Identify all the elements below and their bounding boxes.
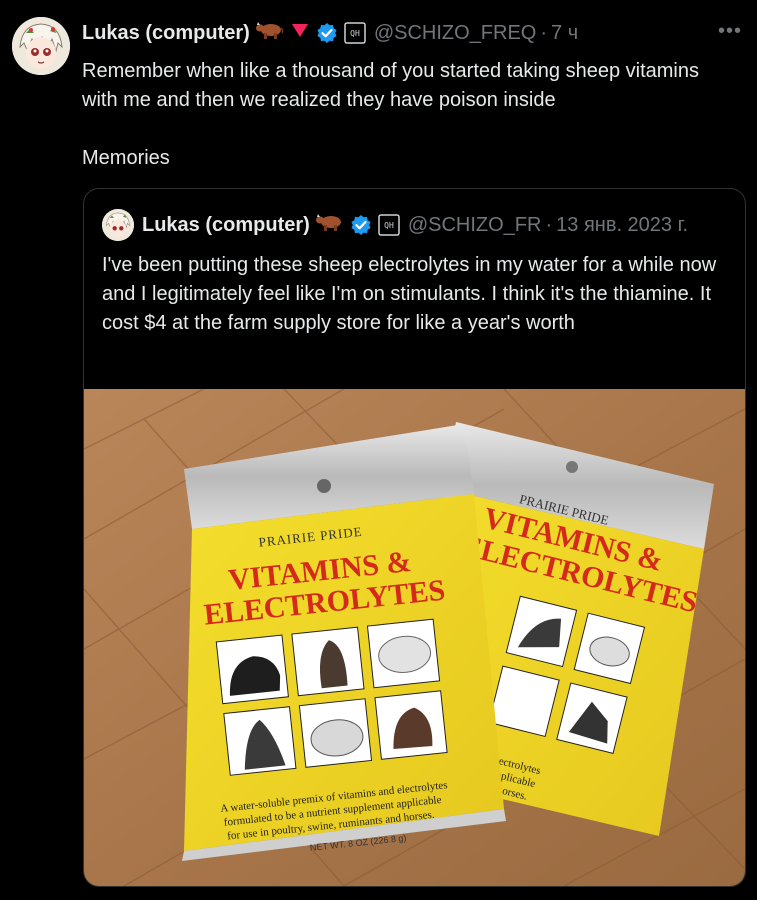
affiliate-badge-icon[interactable]: QH <box>344 22 366 44</box>
affiliate-badge-icon: QH <box>378 214 400 236</box>
tweet-photo[interactable]: PRAIRIE PRIDE VITAMINS & ELECTROLYTES ns… <box>84 389 745 886</box>
quoted-author-name: Lukas (computer) <box>142 213 310 236</box>
separator-dot: · <box>540 21 548 44</box>
author-handle[interactable]: @SCHIZO_FREQ <box>374 22 537 45</box>
separator-dot: · <box>545 213 553 236</box>
verified-badge-icon[interactable] <box>316 22 338 44</box>
tweet-text: Remember when like a thousand of you sta… <box>82 60 700 169</box>
svg-text:QH: QH <box>350 29 360 38</box>
red-triangle-icon <box>290 21 310 45</box>
more-options-button[interactable]: ••• <box>718 20 742 43</box>
quoted-date: 13 янв. 2023 г. <box>556 213 689 236</box>
avatar-anime-icon <box>102 209 134 241</box>
cow-emoji-icon <box>255 20 284 46</box>
tweet: Lukas (computer) QH @SCHIZO_FREQ · 7 ч •… <box>0 0 757 900</box>
quoted-author-handle: @SCHIZO_FR <box>407 213 542 236</box>
quoted-tweet-text: I've been putting these sheep electrolyt… <box>102 254 717 334</box>
verified-badge-icon <box>350 214 372 236</box>
quoted-tweet[interactable]: Lukas (computer) QH @SCHIZO_FR · 13 янв.… <box>83 188 746 887</box>
avatar[interactable] <box>12 17 70 75</box>
quoted-header: Lukas (computer) QH @SCHIZO_FR · 13 янв.… <box>142 212 688 238</box>
svg-text:QH: QH <box>384 221 394 230</box>
tweet-header: Lukas (computer) QH @SCHIZO_FREQ · 7 ч <box>82 20 578 46</box>
avatar-anime-icon <box>12 17 70 75</box>
front-package: PRAIRIE PRIDE VITAMINS & ELECTROLYTES A … <box>182 424 506 861</box>
timestamp[interactable]: 7 ч <box>551 22 578 45</box>
cow-emoji-icon <box>315 212 344 238</box>
quoted-avatar[interactable] <box>102 209 134 241</box>
author-name[interactable]: Lukas (computer) <box>82 22 250 45</box>
